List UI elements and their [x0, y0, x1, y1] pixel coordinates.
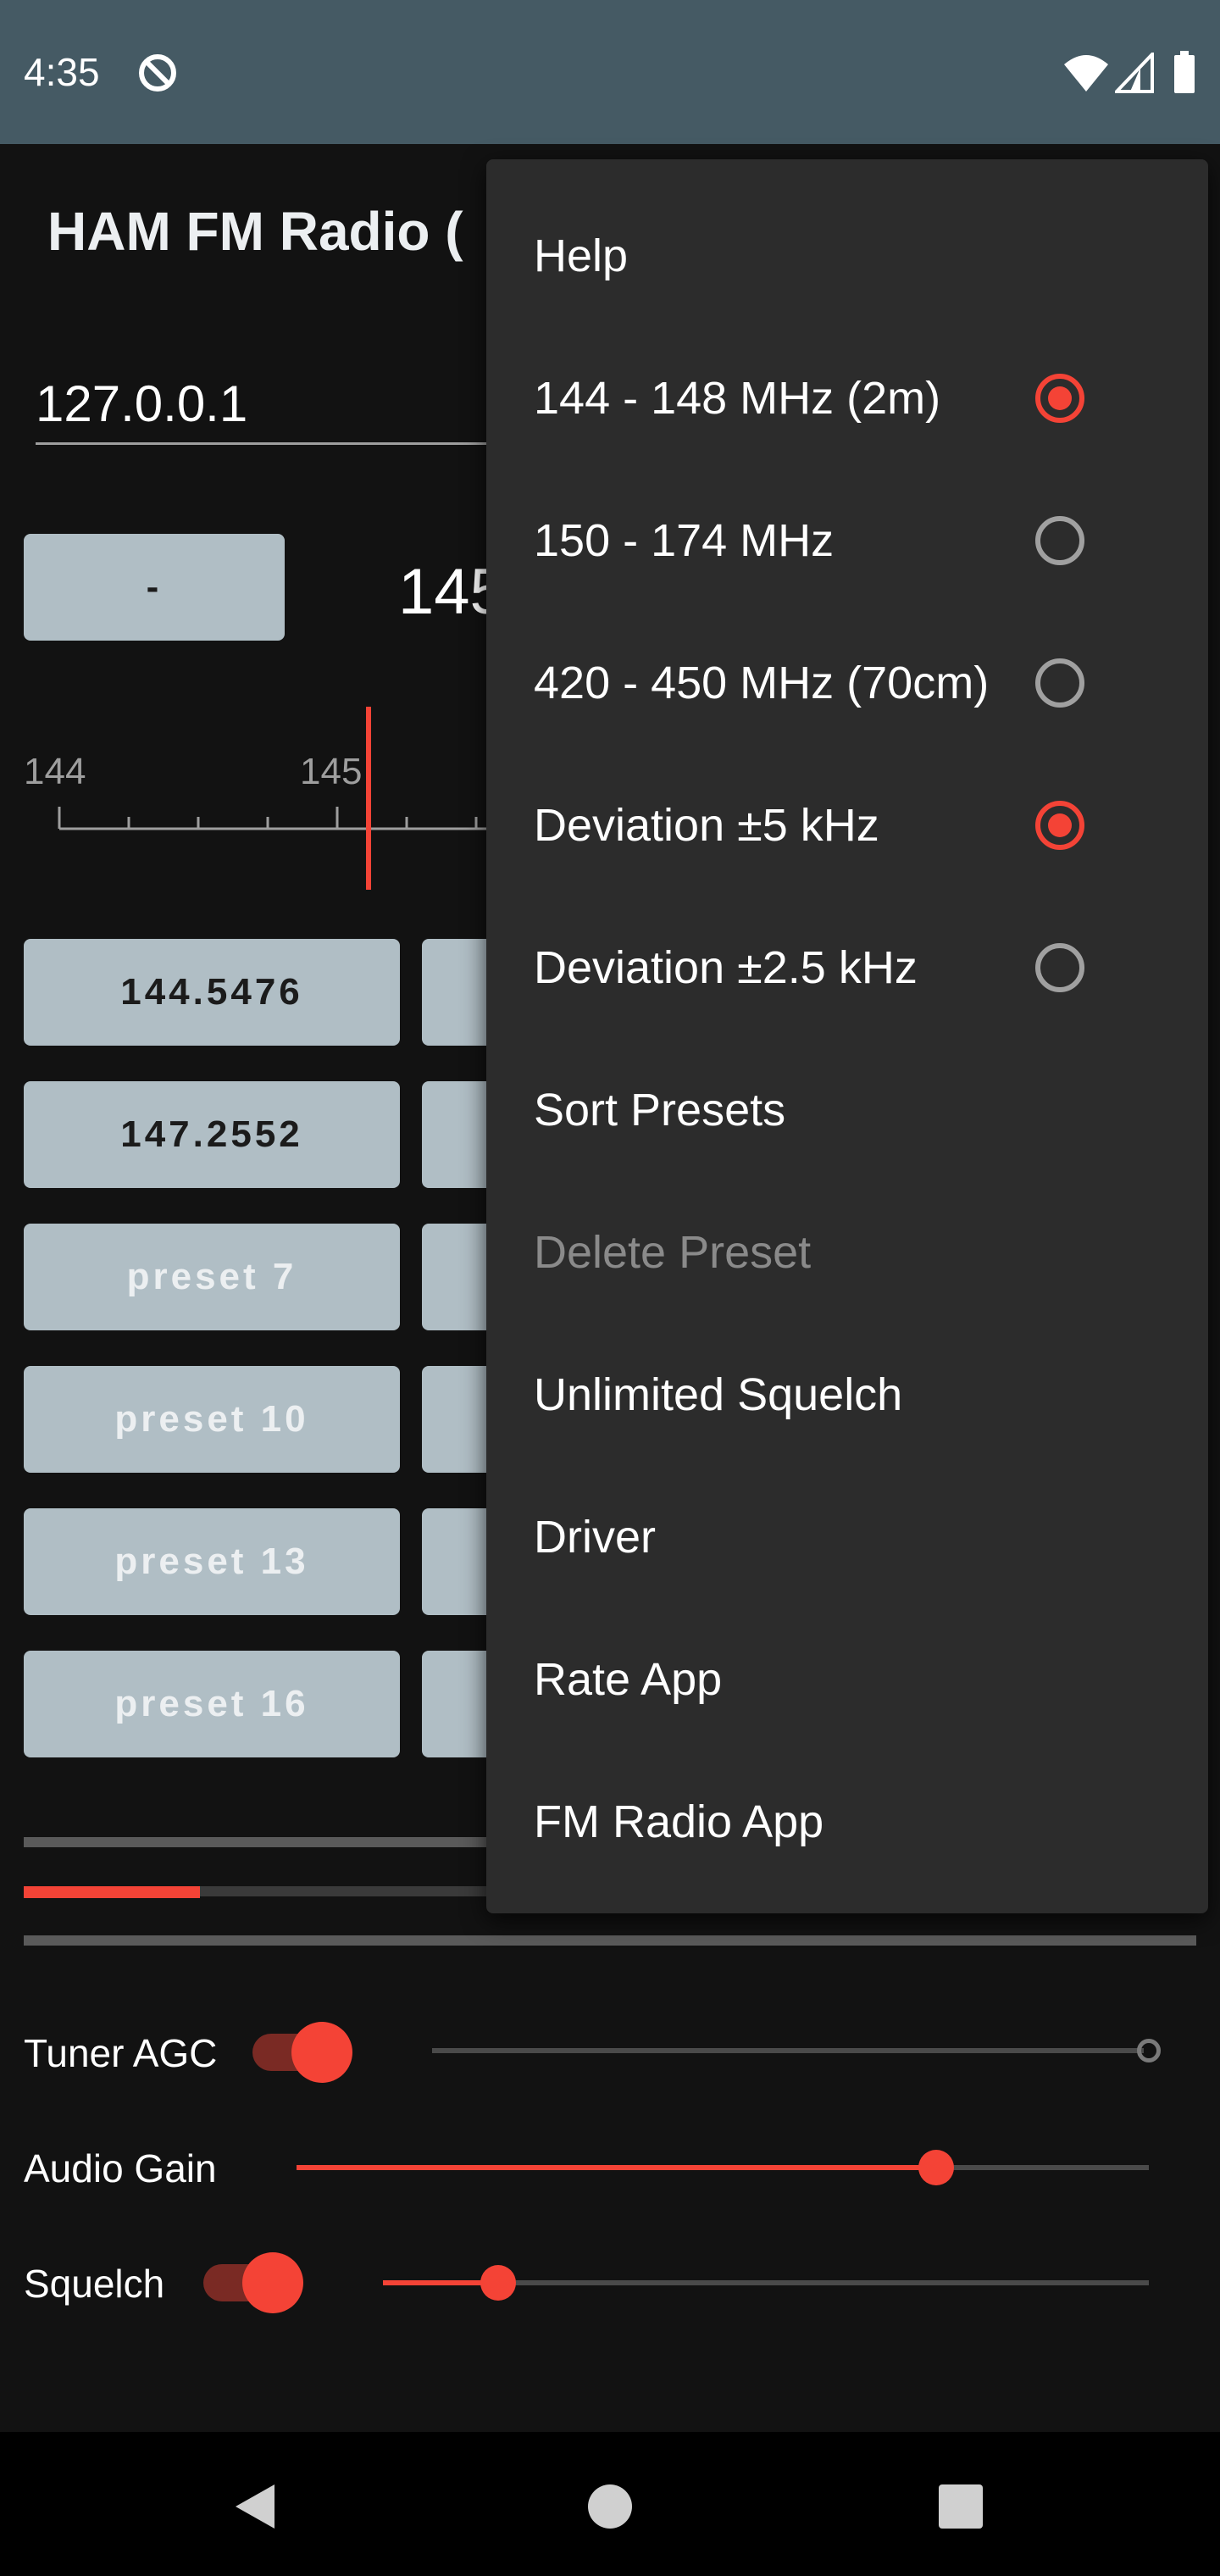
menu-item-label: Deviation ±2.5 kHz — [534, 942, 918, 993]
level-bar-bottom — [24, 1935, 1196, 1946]
back-icon[interactable] — [230, 2481, 278, 2532]
status-time: 4:35 — [24, 50, 100, 94]
menu-item-fm-radio-app[interactable]: FM Radio App — [486, 1751, 1208, 1893]
tuner-gain-slider[interactable] — [432, 2030, 1169, 2071]
squelch-label: Squelch — [24, 2262, 165, 2306]
menu-item-label: Unlimited Squelch — [534, 1369, 903, 1420]
app-title: HAM FM Radio ( — [47, 201, 463, 262]
recents-icon[interactable] — [939, 2484, 983, 2529]
menu-item-label: Sort Presets — [534, 1085, 786, 1135]
preset-2-button[interactable] — [422, 939, 490, 1046]
radio-icon[interactable] — [1035, 943, 1084, 992]
preset-14-button[interactable] — [422, 1508, 490, 1615]
menu-item-delete-preset: Delete Preset — [486, 1181, 1208, 1324]
radio-icon[interactable] — [1035, 658, 1084, 708]
squelch-switch[interactable] — [203, 2251, 305, 2315]
squelch-slider-thumb — [480, 2265, 516, 2301]
tuner-agc-switch-thumb — [291, 2022, 352, 2083]
tuner-agc-switch[interactable] — [252, 2020, 354, 2085]
radio-icon[interactable] — [1035, 374, 1084, 423]
menu-item-help[interactable]: Help — [486, 185, 1208, 327]
menu-item-label: Driver — [534, 1512, 656, 1563]
preset-7-button[interactable]: preset 7 — [24, 1224, 400, 1330]
sync-off-icon — [139, 54, 176, 92]
menu-item-label: 420 - 450 MHz (70cm) — [534, 658, 990, 708]
menu-item-deviation-5khz[interactable]: Deviation ±5 kHz — [486, 754, 1208, 897]
menu-item-label: Help — [534, 230, 629, 281]
squelch-switch-thumb — [242, 2252, 303, 2313]
tuner-gain-slider-track — [432, 2048, 1144, 2053]
menu-item-label: Delete Preset — [534, 1227, 812, 1278]
menu-item-label: 144 - 148 MHz (2m) — [534, 373, 941, 424]
audio-gain-slider-thumb — [918, 2150, 954, 2185]
preset-13-button[interactable]: preset 13 — [24, 1508, 400, 1615]
menu-item-band-150-174[interactable]: 150 - 174 MHz — [486, 469, 1208, 612]
preset-4-button[interactable]: 147.2552 — [24, 1081, 400, 1188]
menu-item-sort-presets[interactable]: Sort Presets — [486, 1039, 1208, 1181]
audio-gain-slider[interactable] — [297, 2147, 1152, 2188]
menu-item-label: Deviation ±5 kHz — [534, 800, 879, 851]
host-address-input[interactable] — [36, 364, 510, 445]
status-bar: 4:35 — [0, 0, 1220, 144]
menu-item-unlimited-squelch[interactable]: Unlimited Squelch — [486, 1324, 1208, 1466]
preset-17-button[interactable] — [422, 1651, 490, 1757]
menu-item-label: Rate App — [534, 1654, 723, 1705]
home-icon[interactable] — [586, 2483, 634, 2530]
overflow-menu: Help 144 - 148 MHz (2m) 150 - 174 MHz 42… — [486, 159, 1208, 1913]
preset-16-button[interactable]: preset 16 — [24, 1651, 400, 1757]
preset-11-button[interactable] — [422, 1366, 490, 1473]
audio-gain-label: Audio Gain — [24, 2146, 217, 2190]
signal-level-fill — [24, 1886, 200, 1898]
cell-signal-icon — [1115, 53, 1154, 93]
radio-icon[interactable] — [1035, 801, 1084, 850]
menu-item-band-2m[interactable]: 144 - 148 MHz (2m) — [486, 327, 1208, 469]
radio-icon[interactable] — [1035, 516, 1084, 565]
menu-item-rate-app[interactable]: Rate App — [486, 1608, 1208, 1751]
menu-item-driver[interactable]: Driver — [486, 1466, 1208, 1608]
preset-10-button[interactable]: preset 10 — [24, 1366, 400, 1473]
tuning-needle[interactable] — [366, 707, 371, 890]
preset-1-button[interactable]: 144.5476 — [24, 939, 400, 1046]
tuner-agc-label: Tuner AGC — [24, 2031, 218, 2075]
battery-icon — [1174, 51, 1195, 93]
tuner-gain-slider-thumb — [1137, 2039, 1161, 2062]
menu-item-label: FM Radio App — [534, 1796, 824, 1847]
squelch-slider[interactable] — [383, 2262, 1152, 2303]
menu-item-label: 150 - 174 MHz — [534, 515, 835, 566]
frequency-down-button[interactable]: - — [24, 534, 285, 641]
preset-8-button[interactable] — [422, 1224, 490, 1330]
preset-5-button[interactable] — [422, 1081, 490, 1188]
frequency-scale[interactable]: 144 145 — [0, 695, 508, 890]
navigation-bar — [0, 2432, 1220, 2576]
scale-ticks — [58, 807, 508, 830]
menu-item-band-70cm[interactable]: 420 - 450 MHz (70cm) — [486, 612, 1208, 754]
wifi-icon — [1064, 55, 1108, 92]
menu-item-deviation-2-5khz[interactable]: Deviation ±2.5 kHz — [486, 897, 1208, 1039]
audio-gain-slider-active — [297, 2165, 936, 2170]
